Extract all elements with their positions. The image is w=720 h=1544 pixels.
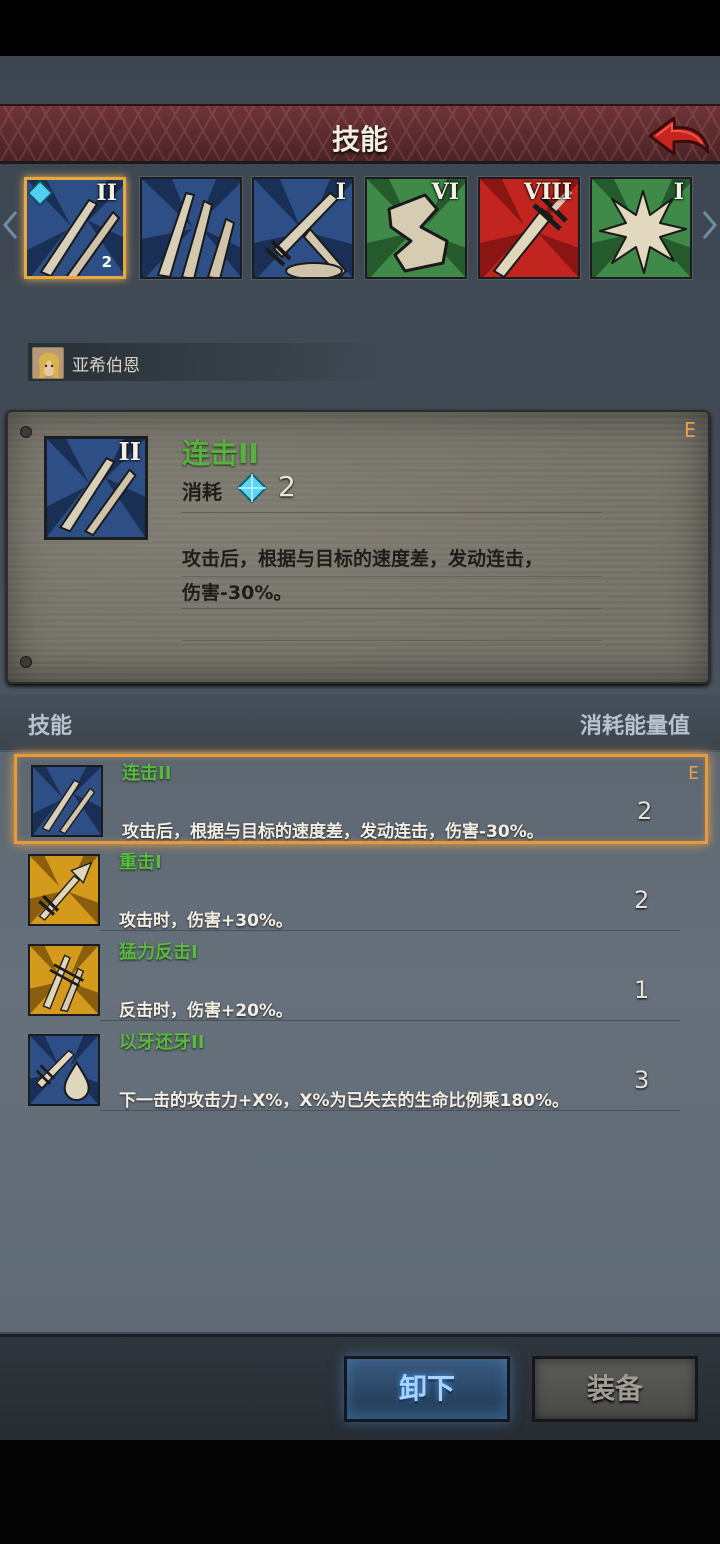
roman-numeral: I bbox=[335, 179, 346, 205]
grade-badge: E bbox=[683, 418, 696, 442]
roman-numeral: II bbox=[96, 180, 117, 206]
skill-cost: 1 bbox=[634, 976, 650, 1004]
hero-portrait-icon bbox=[33, 348, 63, 378]
cost-badge-value: 2 bbox=[101, 253, 112, 271]
roman-numeral: I bbox=[673, 179, 684, 205]
divider bbox=[182, 512, 602, 513]
back-arrow-icon bbox=[648, 116, 710, 156]
strip-skill-slot-4[interactable]: VI bbox=[365, 177, 467, 279]
strip-skill-slot-1[interactable]: II 2 bbox=[24, 177, 126, 279]
skill-description: 反击时，伤害+20%。 bbox=[119, 1001, 293, 1021]
skill-icon bbox=[28, 854, 100, 926]
unequip-button[interactable]: 卸下 bbox=[344, 1356, 510, 1422]
back-button[interactable] bbox=[644, 112, 714, 160]
detail-cost-label: 消耗 bbox=[182, 480, 222, 504]
roman-numeral: VIII bbox=[524, 179, 572, 205]
skill-cost: 2 bbox=[637, 797, 653, 825]
skill-icon bbox=[28, 1034, 100, 1106]
navigation-bar-area bbox=[0, 1440, 720, 1544]
strip-next-arrow-icon[interactable] bbox=[702, 210, 718, 240]
skill-name: 重击I bbox=[119, 852, 162, 873]
detail-skill-name: 连击II bbox=[182, 437, 259, 470]
grade-badge: E bbox=[688, 763, 699, 784]
strip-skill-slot-2[interactable] bbox=[140, 177, 242, 279]
counter-blades-icon bbox=[30, 946, 98, 1014]
skill-list-header: 技能 消耗能量值 bbox=[0, 694, 720, 750]
detail-cost-value: 2 bbox=[278, 470, 296, 503]
skill-name: 以牙还牙II bbox=[119, 1032, 205, 1053]
hero-avatar bbox=[32, 347, 64, 379]
equip-button[interactable]: 装备 bbox=[532, 1356, 698, 1422]
energy-gem-icon bbox=[27, 180, 53, 206]
skill-list-item[interactable]: 重击I 攻击时，伤害+30%。 2 bbox=[14, 846, 708, 936]
detail-desc-line-2: 伤害-30%。 bbox=[182, 582, 293, 604]
skill-list-item[interactable]: 猛力反击I 反击时，伤害+20%。 1 bbox=[14, 936, 708, 1026]
twin-blades-icon bbox=[33, 767, 101, 835]
hero-info: 亚希伯恩 bbox=[32, 345, 140, 381]
skill-cost: 3 bbox=[634, 1066, 650, 1094]
skill-icon bbox=[31, 765, 103, 837]
roman-numeral: II bbox=[118, 437, 141, 466]
status-bar-area bbox=[0, 0, 720, 56]
skill-list: 连击II 攻击后，根据与目标的速度差，发动连击，伤害-30%。 2 E 重击I … bbox=[0, 752, 720, 1332]
skill-list-item[interactable]: 连击II 攻击后，根据与目标的速度差，发动连击，伤害-30%。 2 E bbox=[14, 754, 708, 844]
sword-drop-icon bbox=[30, 1036, 98, 1104]
skill-detail-card: II 连击II 消耗 2 攻击后，根据与目标的速度差，发动连击， 伤害-30%。… bbox=[6, 410, 710, 684]
hero-name: 亚希伯恩 bbox=[72, 355, 140, 376]
strip-skill-slot-6[interactable]: I bbox=[590, 177, 692, 279]
skill-name: 连击II bbox=[122, 763, 172, 784]
skill-icon bbox=[28, 944, 100, 1016]
row-divider bbox=[100, 1020, 680, 1021]
triple-slash-icon bbox=[142, 179, 240, 277]
page-title: 技能 bbox=[331, 123, 388, 156]
strip-skill-slot-3[interactable]: I bbox=[252, 177, 354, 279]
roman-numeral: VI bbox=[431, 179, 459, 205]
skill-description: 攻击时，伤害+30%。 bbox=[119, 911, 293, 931]
row-divider bbox=[100, 1110, 680, 1111]
cost-column-header: 消耗能量值 bbox=[579, 714, 690, 739]
detail-skill-icon: II bbox=[44, 436, 148, 540]
strip-prev-arrow-icon[interactable] bbox=[2, 210, 18, 240]
divider bbox=[182, 640, 602, 641]
title-bar: 技能 bbox=[0, 104, 720, 164]
skill-description: 下一击的攻击力+X%，X%为已失去的生命比例乘180%。 bbox=[119, 1091, 570, 1111]
rivet bbox=[20, 656, 32, 668]
skill-description: 攻击后，根据与目标的速度差，发动连击，伤害-30%。 bbox=[122, 822, 544, 842]
detail-desc-line-1: 攻击后，根据与目标的速度差，发动连击， bbox=[182, 548, 544, 570]
detail-description: 攻击后，根据与目标的速度差，发动连击， 伤害-30%。 bbox=[182, 542, 612, 610]
rivet bbox=[20, 426, 32, 438]
strip-skill-slot-5[interactable]: VIII bbox=[478, 177, 580, 279]
skill-name: 猛力反击I bbox=[119, 942, 198, 963]
row-divider bbox=[100, 930, 680, 931]
sword-arrow-icon bbox=[30, 856, 98, 924]
skill-column-header: 技能 bbox=[28, 714, 73, 739]
skill-list-item[interactable]: 以牙还牙II 下一击的攻击力+X%，X%为已失去的生命比例乘180%。 3 bbox=[14, 1026, 708, 1116]
skill-cost: 2 bbox=[634, 886, 650, 914]
energy-gem-icon bbox=[236, 472, 268, 504]
